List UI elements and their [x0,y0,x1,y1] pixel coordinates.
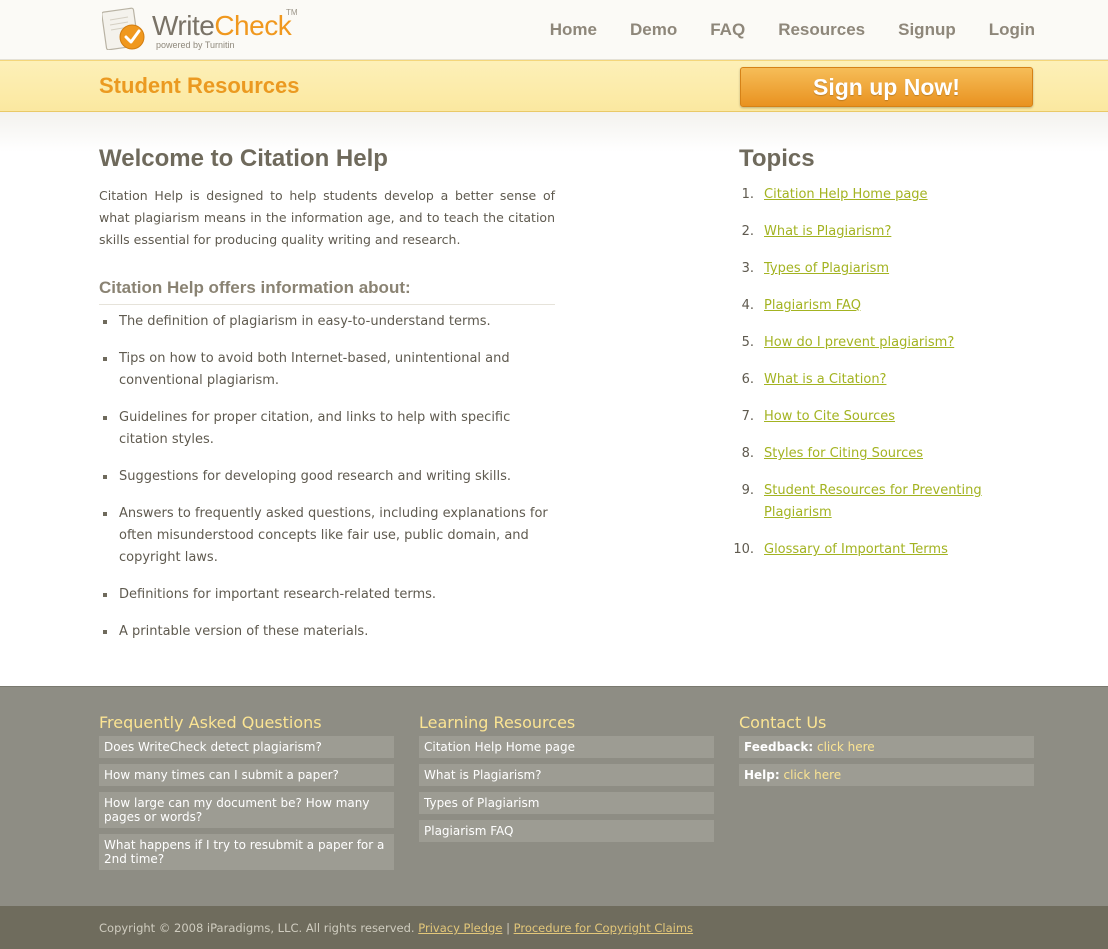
writecheck-logo[interactable]: WriteCheck TM powered by Turnitin [102,6,312,52]
footer-learning-link[interactable]: What is Plagiarism? [419,764,714,786]
topic-link[interactable]: Styles for Citing Sources [764,446,923,461]
footer-learning-link[interactable]: Plagiarism FAQ [419,820,714,842]
site-header: WriteCheck TM powered by Turnitin Home D… [0,0,1108,60]
logo-wordmark: WriteCheck [152,10,292,41]
sign-up-now-button[interactable]: Sign up Now! [740,67,1033,107]
topic-item: 7. How to Cite Sources [739,406,1039,428]
feedback-link[interactable]: click here [817,740,875,754]
nav-signup[interactable]: Signup [898,20,956,40]
site-footer: Frequently Asked Questions Does WriteChe… [0,686,1108,906]
footer-faq-link[interactable]: How large can my document be? How many p… [99,792,394,828]
list-item: Tips on how to avoid both Internet-based… [99,348,555,392]
footer-faq-link[interactable]: Does WriteCheck detect plagiarism? [99,736,394,758]
content-title: Welcome to Citation Help [99,145,388,172]
footer-faq-link[interactable]: How many times can I submit a paper? [99,764,394,786]
topic-item: 5. How do I prevent plagiarism? [739,332,1039,354]
footer-learning-link[interactable]: Types of Plagiarism [419,792,714,814]
nav-faq[interactable]: FAQ [710,20,745,40]
topic-item: 2. What is Plagiarism? [739,221,1039,243]
help-row: Help: click here [739,764,1034,786]
copyright-bar: Copyright © 2008 iParadigms, LLC. All ri… [0,906,1108,949]
topic-link[interactable]: Plagiarism FAQ [764,298,861,313]
topic-link[interactable]: How to Cite Sources [764,409,895,424]
checkmark-logo-icon [102,7,145,50]
nav-home[interactable]: Home [550,20,597,40]
help-link[interactable]: click here [784,768,842,782]
intro-paragraph: Citation Help is designed to help studen… [99,188,555,247]
page-banner: Student Resources Sign up Now! [0,60,1108,112]
topic-link[interactable]: What is a Citation? [764,372,886,387]
copyright-text: Copyright © 2008 iParadigms, LLC. All ri… [99,921,415,935]
topic-item: 3. Types of Plagiarism [739,258,1039,280]
feedback-label: Feedback: [744,740,814,754]
footer-faq-title: Frequently Asked Questions [99,713,322,732]
footer-faq-link[interactable]: What happens if I try to resubmit a pape… [99,834,394,870]
info-list: The definition of plagiarism in easy-to-… [99,311,555,643]
list-item: Answers to frequently asked questions, i… [99,503,555,569]
topic-number: 2. [741,224,754,239]
footer-learning-column: Learning Resources Citation Help Home pa… [419,713,714,848]
copyright-line: Copyright © 2008 iParadigms, LLC. All ri… [99,921,693,935]
footer-contact-column: Contact Us Feedback: click here Help: cl… [739,713,1034,792]
footer-learning-link[interactable]: Citation Help Home page [419,736,714,758]
logo-trademark: TM [286,8,298,17]
topic-number: 8. [741,446,754,461]
help-label: Help: [744,768,780,782]
topic-link[interactable]: What is Plagiarism? [764,224,891,239]
topic-item: 6. What is a Citation? [739,369,1039,391]
topic-number: 10. [733,542,754,557]
list-item: The definition of plagiarism in easy-to-… [99,311,555,333]
topic-number: 5. [741,335,754,350]
topic-link[interactable]: How do I prevent plagiarism? [764,335,954,350]
topic-number: 9. [741,483,754,498]
topic-number: 3. [741,261,754,276]
nav-resources[interactable]: Resources [778,20,865,40]
topic-link[interactable]: Types of Plagiarism [764,261,889,276]
topic-item: 1. Citation Help Home page [739,184,1039,206]
topic-link[interactable]: Glossary of Important Terms [764,542,948,557]
list-item: Guidelines for proper citation, and link… [99,407,555,451]
topic-item: 10. Glossary of Important Terms [733,539,1039,561]
privacy-pledge-link[interactable]: Privacy Pledge [418,921,502,935]
topic-number: 4. [741,298,754,313]
topics-list: 1. Citation Help Home page 2. What is Plag… [733,184,1039,561]
main-content: Welcome to Citation Help Citation Help i… [99,145,555,658]
copyright-separator: | [506,921,510,935]
footer-learning-title: Learning Resources [419,713,576,732]
nav-login[interactable]: Login [989,20,1035,40]
topic-link[interactable]: Citation Help Home page [764,187,928,202]
topics-title: Topics [739,145,815,172]
main-nav: Home Demo FAQ Resources Signup Login [517,20,1035,40]
topic-number: 6. [741,372,754,387]
page-title: Student Resources [99,73,300,98]
feedback-row: Feedback: click here [739,736,1034,758]
logo-tagline: powered by Turnitin [156,40,235,50]
list-item: Definitions for important research-relat… [99,584,555,606]
topic-link[interactable]: Student Resources for Preventing Plagiar… [764,483,982,520]
nav-demo[interactable]: Demo [630,20,677,40]
topic-item: 9. Student Resources for Preventing Plagi… [739,480,1039,524]
topic-number: 7. [741,409,754,424]
topics-sidebar: Topics 1. Citation Help Home page 2. What … [733,145,1039,576]
content-subtitle: Citation Help offers information about: [99,278,555,305]
list-item: Suggestions for developing good research… [99,466,555,488]
copyright-claims-link[interactable]: Procedure for Copyright Claims [514,921,693,935]
list-item: A printable version of these materials. [99,621,555,643]
footer-faq-column: Frequently Asked Questions Does WriteChe… [99,713,394,876]
topic-item: 8. Styles for Citing Sources [739,443,1039,465]
topic-item: 4. Plagiarism FAQ [739,295,1039,317]
footer-contact-title: Contact Us [739,713,827,732]
topic-number: 1. [741,187,754,202]
